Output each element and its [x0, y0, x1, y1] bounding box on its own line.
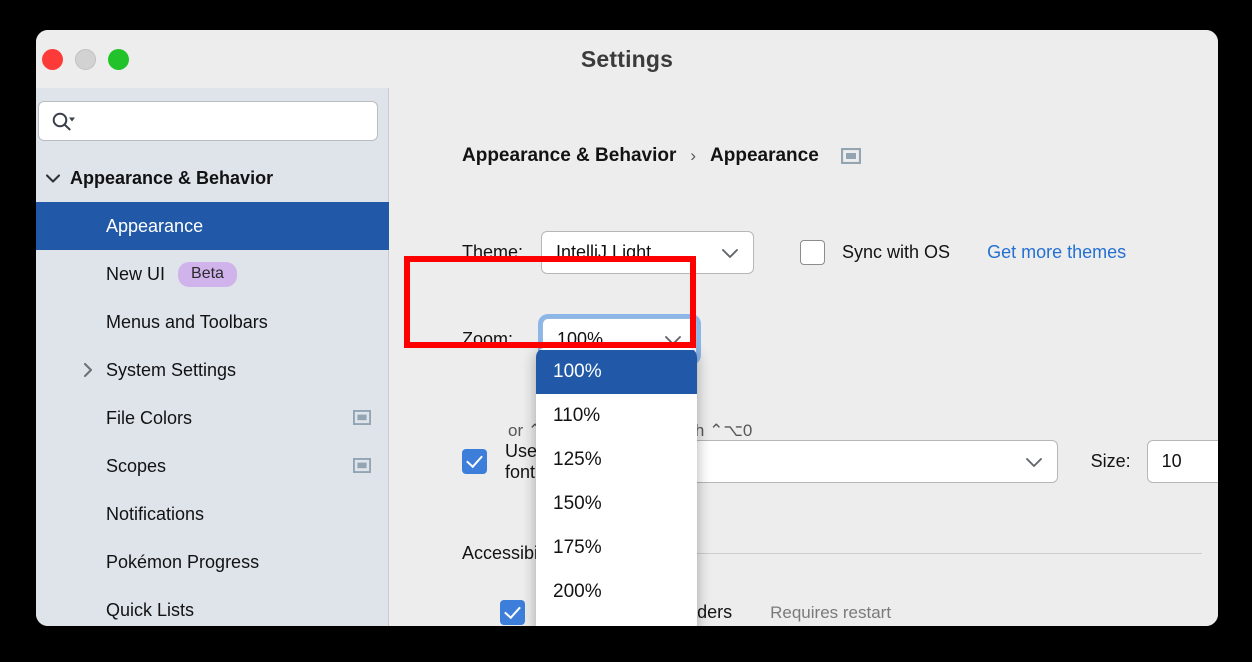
sidebar-item-scopes[interactable]: Scopes	[36, 442, 389, 490]
sidebar-item-new-ui[interactable]: New UI Beta	[36, 250, 389, 298]
breadcrumb-parent[interactable]: Appearance & Behavior	[462, 145, 676, 167]
theme-combobox-value: IntelliJ Light	[556, 242, 652, 262]
sidebar-nav-list: Appearance & Behavior Appearance New UI …	[36, 154, 389, 626]
window-titlebar: Settings	[36, 30, 1218, 88]
sync-with-os-checkbox[interactable]	[800, 240, 826, 265]
font-size-value: 10	[1161, 451, 1182, 471]
sidebar-item-label: System Settings	[106, 359, 237, 380]
zoom-option-175[interactable]: 175%	[536, 526, 697, 570]
chevron-right-icon	[83, 362, 93, 378]
theme-label: Theme:	[462, 242, 524, 262]
sidebar-item-pokemon-progress[interactable]: Pokémon Progress	[36, 538, 389, 586]
breadcrumb: Appearance & Behavior › Appearance	[462, 145, 861, 167]
chevron-down-icon	[1025, 458, 1042, 467]
zoom-option-110[interactable]: 110%	[536, 394, 697, 438]
settings-sidebar: Appearance & Behavior Appearance New UI …	[36, 88, 389, 626]
requires-restart-note: Requires restart	[770, 602, 892, 622]
search-input[interactable]	[77, 112, 377, 130]
sidebar-item-quick-lists[interactable]: Quick Lists	[36, 586, 389, 626]
project-scope-icon	[840, 148, 861, 164]
search-icon	[52, 112, 75, 131]
sidebar-item-menus-and-toolbars[interactable]: Menus and Toolbars	[36, 298, 389, 346]
sidebar-item-label: Pokémon Progress	[106, 551, 260, 572]
sync-with-os-row[interactable]: Sync with OS	[800, 240, 950, 265]
settings-window: Settings Appearance & Behavior Appearanc…	[36, 30, 1218, 626]
chevron-down-icon	[45, 174, 61, 183]
project-scope-icon	[353, 458, 371, 473]
font-size-label: Size:	[1090, 451, 1131, 471]
sidebar-item-label: Notifications	[106, 503, 205, 524]
project-scope-icon	[353, 410, 371, 425]
sidebar-item-notifications[interactable]: Notifications	[36, 490, 389, 538]
sidebar-item-appearance[interactable]: Appearance	[36, 202, 389, 250]
window-title: Settings	[580, 45, 674, 72]
settings-content-pane: Appearance & Behavior › Appearance Theme…	[390, 88, 1218, 626]
sidebar-item-appearance-and-behavior[interactable]: Appearance & Behavior	[36, 154, 389, 202]
sidebar-item-label: New UI	[106, 263, 166, 284]
zoom-dropdown-popup[interactable]: 100% 110% 125% 150% 175% 200%	[536, 348, 697, 626]
sidebar-item-label: Appearance	[106, 215, 204, 236]
breadcrumb-current: Appearance	[710, 145, 819, 166]
font-size-input[interactable]: 10	[1146, 440, 1218, 483]
support-screen-readers-checkbox[interactable]	[500, 600, 525, 625]
sidebar-item-label: Scopes	[106, 455, 167, 476]
zoom-option-200[interactable]: 200%	[536, 570, 697, 614]
font-family-combobox[interactable]: Arial	[640, 440, 1058, 483]
sidebar-item-system-settings[interactable]: System Settings	[36, 346, 389, 394]
beta-badge: Beta	[178, 261, 237, 287]
get-more-themes-link[interactable]: Get more themes	[987, 242, 1126, 263]
theme-combobox[interactable]: IntelliJ Light	[541, 231, 755, 274]
sidebar-item-label: Quick Lists	[106, 599, 195, 620]
breadcrumb-separator-icon: ›	[690, 146, 697, 165]
sidebar-item-label: Appearance & Behavior	[70, 167, 274, 188]
zoom-combobox-value: 100%	[557, 329, 604, 349]
zoom-option-100[interactable]: 100%	[536, 350, 697, 394]
sidebar-item-file-colors[interactable]: File Colors	[36, 394, 389, 442]
zoom-option-125[interactable]: 125%	[536, 438, 697, 482]
chevron-down-icon	[665, 336, 681, 345]
chevron-down-icon	[722, 249, 738, 258]
use-custom-font-checkbox[interactable]	[462, 449, 487, 474]
theme-row: Theme: IntelliJ Light Sync with OS Get m…	[462, 231, 1126, 274]
zoom-option-150[interactable]: 150%	[536, 482, 697, 526]
sidebar-item-label: Menus and Toolbars	[106, 311, 268, 332]
sync-with-os-label: Sync with OS	[842, 242, 951, 262]
sidebar-search-field[interactable]	[38, 101, 378, 141]
zoom-label: Zoom:	[462, 329, 514, 349]
sidebar-item-label: File Colors	[106, 407, 193, 428]
